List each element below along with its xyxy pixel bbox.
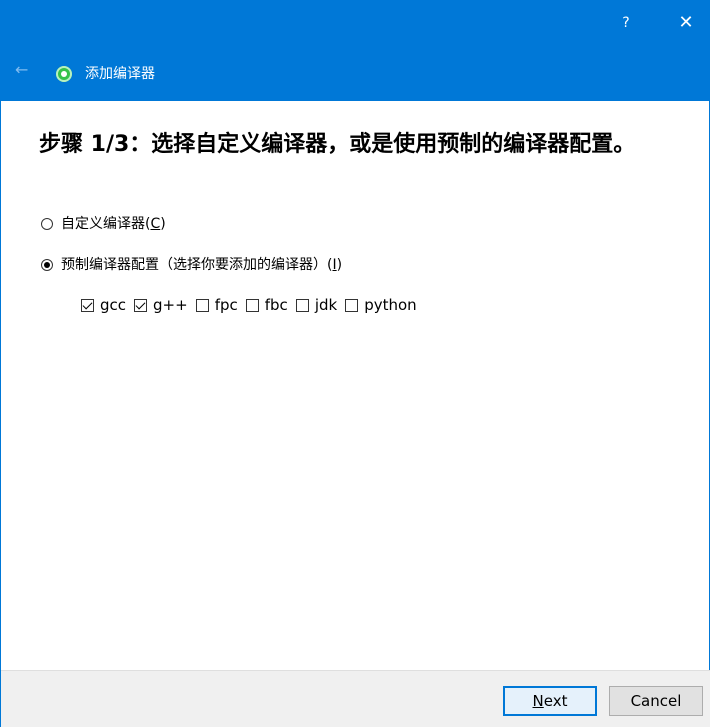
fpc-checkbox[interactable] [195,298,209,312]
gpp-checkbox[interactable] [134,298,148,312]
fbc-label: fbc [264,296,288,314]
compiler-checkbox-list: gcc g++ fpc fbc jdk python [81,294,425,316]
help-button[interactable]: ? [613,10,639,36]
python-checkbox[interactable] [345,298,359,312]
wizard-app-icon [56,66,72,82]
add-compiler-wizard-window: ? ✕ ← 添加编译器 步骤 1/3：选择自定义编译器，或是使用预制的编译器配置… [0,0,710,727]
custom-accel-close: ) [160,216,166,232]
preset-compiler-option[interactable]: 预制编译器配置（选择你要添加的编译器）(I) [41,254,342,276]
next-button[interactable]: Next [503,686,597,716]
compiler-fbc[interactable]: fbc [245,296,288,314]
next-label-rest: ext [543,692,568,710]
custom-compiler-radio[interactable] [41,218,53,230]
python-label: python [364,296,417,314]
back-arrow-icon[interactable]: ← [15,60,35,80]
fbc-checkbox[interactable] [245,298,259,312]
button-bar: Next Cancel [1,670,710,727]
cancel-button[interactable]: Cancel [609,686,703,716]
close-button[interactable]: ✕ [673,10,699,36]
gcc-checkbox[interactable] [81,298,94,312]
step-heading: 步骤 1/3：选择自定义编译器，或是使用预制的编译器配置。 [39,132,636,157]
preset-compiler-label: 预制编译器配置（选择你要添加的编译器） [61,257,327,273]
fpc-label: fpc [214,296,238,314]
title-bar: ? ✕ ← 添加编译器 [1,0,710,101]
compiler-gpp[interactable]: g++ [134,296,188,314]
compiler-fpc[interactable]: fpc [195,296,238,314]
gcc-label: gcc [100,296,127,314]
jdk-label: jdk [314,296,338,314]
compiler-gcc[interactable]: gcc [81,296,126,314]
custom-accel-key: C [150,216,161,232]
next-accel-key: N [532,692,544,710]
window-title: 添加编译器 [85,66,155,82]
compiler-jdk[interactable]: jdk [295,296,338,314]
preset-accel-close: ) [336,257,343,273]
jdk-checkbox[interactable] [295,298,309,312]
custom-compiler-label: 自定义编译器 [61,216,145,232]
custom-compiler-option[interactable]: 自定义编译器(C) [41,213,166,235]
gpp-label: g++ [153,296,188,314]
compiler-python[interactable]: python [345,296,417,314]
preset-compiler-radio[interactable] [41,259,53,271]
